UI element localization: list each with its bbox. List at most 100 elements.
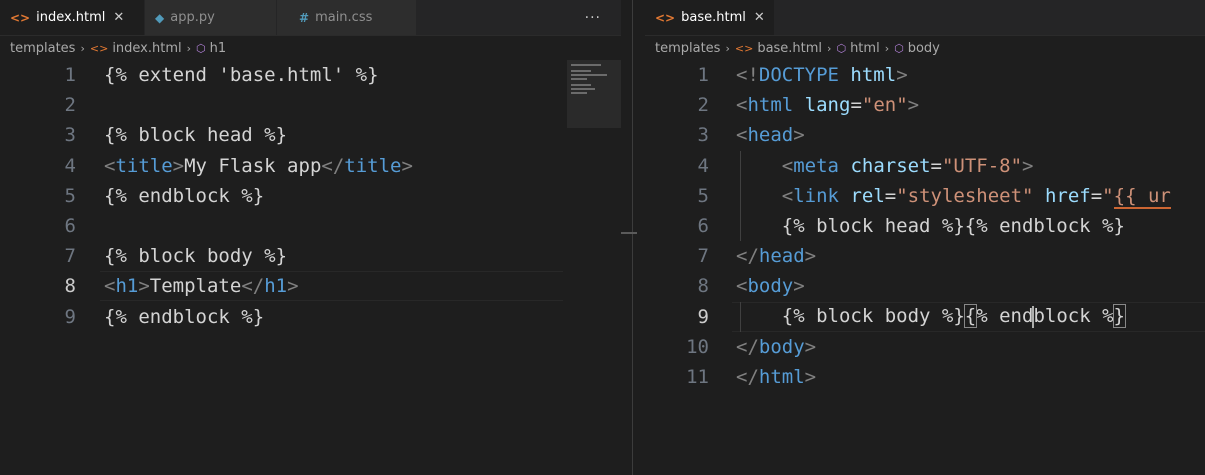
code-token: link (793, 184, 839, 207)
line-number: 10 (686, 335, 709, 358)
code-token: = (884, 184, 897, 207)
html-icon: <> (10, 10, 31, 25)
breadcrumb-file[interactable]: base.html (757, 41, 822, 56)
chevron-right-icon: › (186, 41, 192, 55)
code-line[interactable]: 3 {% block head %} (0, 120, 621, 150)
code-token: lang (804, 94, 851, 117)
code-text: <title>My Flask app</title> (104, 155, 413, 177)
tab-base-html[interactable]: <> base.html ✕ (645, 0, 775, 35)
line-number: 4 (64, 154, 76, 177)
code-editor-left[interactable]: 1 {% extend 'base.html' %} 2 3 {% block head… (0, 60, 621, 475)
code-token: < (736, 275, 748, 298)
code-line[interactable]: 6 (0, 211, 621, 241)
code-token: > (907, 94, 920, 117)
code-token: < (736, 94, 748, 117)
tab-app-py[interactable]: ◆ app.py (145, 0, 277, 35)
code-line[interactable]: 1 {% extend 'base.html' %} (0, 60, 621, 90)
symbol-cube-icon: ⬡ (836, 41, 847, 55)
breadcrumb: templates › <> index.html › ⬡ h1 (0, 36, 621, 60)
code-line[interactable]: 1 <!DOCTYPE html> (645, 60, 1205, 90)
code-line[interactable]: 9 {% block body %}{% endblock %} (645, 301, 1205, 332)
code-token: </ (321, 154, 345, 177)
line-number: 8 (697, 275, 709, 298)
code-line[interactable]: 6 {% block head %}{% endblock %} (645, 211, 1205, 241)
code-text: {% endblock %} (104, 305, 265, 328)
code-text: {% block body %} (104, 245, 288, 268)
close-icon[interactable]: ✕ (113, 10, 124, 25)
tab-index-html[interactable]: <> index.html ✕ (0, 0, 145, 35)
css-icon: # (299, 10, 310, 25)
code-text: <head> (736, 124, 805, 146)
more-actions-icon[interactable]: ··· (585, 0, 601, 35)
line-number: 8 (64, 275, 76, 298)
code-token: </ (736, 245, 759, 268)
minimap[interactable] (567, 60, 621, 128)
code-token: My Flask app (184, 154, 322, 177)
code-token: Template (149, 275, 242, 298)
line-number: 4 (697, 154, 709, 177)
code-token: "UTF-8" (941, 154, 1023, 177)
code-token: </ (736, 366, 759, 388)
code-line[interactable]: 2 <html lang="en"> (645, 90, 1205, 120)
code-line[interactable]: 10 </body> (645, 332, 1205, 362)
code-line[interactable]: 7 </head> (645, 241, 1205, 271)
code-token: = (1090, 184, 1103, 207)
code-editor-right[interactable]: 1 <!DOCTYPE html> 2 <html lang="en"> 3 <head>… (645, 60, 1205, 475)
code-line[interactable]: 11 </html> (645, 362, 1205, 392)
code-token: = (930, 154, 942, 177)
code-token: {{ ur (1113, 184, 1171, 209)
html-icon: <> (89, 41, 109, 55)
code-text: </html> (736, 366, 816, 388)
code-token: > (896, 64, 908, 86)
breadcrumb-symbol-body[interactable]: body (908, 41, 940, 56)
code-token: > (804, 245, 817, 268)
code-token: h1 (264, 275, 288, 298)
breadcrumb-file[interactable]: index.html (112, 41, 181, 56)
code-line[interactable]: 9 {% endblock %} (0, 302, 621, 332)
split-sash[interactable] (621, 0, 645, 475)
tab-main-css[interactable]: # main.css (277, 0, 417, 35)
code-token: <! (736, 64, 759, 86)
python-icon: ◆ (155, 10, 165, 25)
code-text: {% block head %}{% endblock %} (736, 215, 1125, 237)
code-token: html (758, 366, 805, 388)
breadcrumb-symbol[interactable]: h1 (210, 41, 227, 56)
breadcrumb-folder[interactable]: templates (10, 41, 75, 56)
line-number: 2 (697, 94, 709, 117)
line-number: 1 (64, 64, 76, 86)
code-line[interactable]: 7 {% block body %} (0, 241, 621, 271)
code-line[interactable]: 4 <meta charset="UTF-8"> (645, 151, 1205, 181)
code-token: { (963, 304, 978, 329)
code-text: <body> (736, 275, 805, 297)
breadcrumb-folder[interactable]: templates (655, 41, 720, 56)
tab-label: base.html (681, 10, 746, 25)
chevron-right-icon: › (827, 41, 832, 55)
code-token: html (747, 94, 794, 117)
code-line[interactable]: 3 <head> (645, 120, 1205, 150)
line-number: 5 (697, 184, 709, 207)
code-line[interactable]: 5 {% endblock %} (0, 181, 621, 211)
code-text: <meta charset="UTF-8"> (736, 155, 1034, 177)
line-number: 3 (64, 124, 76, 147)
line-number: 1 (697, 64, 709, 86)
code-token: % end (976, 305, 1034, 328)
code-line[interactable]: 8 <h1>Template</h1> (0, 271, 621, 302)
code-line[interactable]: 8 <body> (645, 271, 1205, 301)
code-token: href (1044, 184, 1091, 207)
tab-label: index.html (36, 10, 106, 25)
line-number: 6 (697, 215, 709, 237)
breadcrumb-symbol-html[interactable]: html (850, 41, 880, 56)
code-token: title (344, 154, 402, 177)
code-line[interactable]: 4 <title>My Flask app</title> (0, 151, 621, 181)
code-line[interactable]: 2 (0, 90, 621, 120)
tab-label: main.css (315, 10, 373, 25)
code-token: > (138, 275, 150, 298)
code-line[interactable]: 5 <link rel="stylesheet" href="{{ ur (645, 181, 1205, 211)
code-token: > (804, 366, 817, 388)
indent-guide (740, 301, 741, 332)
close-icon[interactable]: ✕ (754, 10, 765, 25)
code-token: body (747, 275, 794, 298)
line-number: 11 (686, 366, 709, 388)
line-number: 5 (64, 184, 76, 207)
